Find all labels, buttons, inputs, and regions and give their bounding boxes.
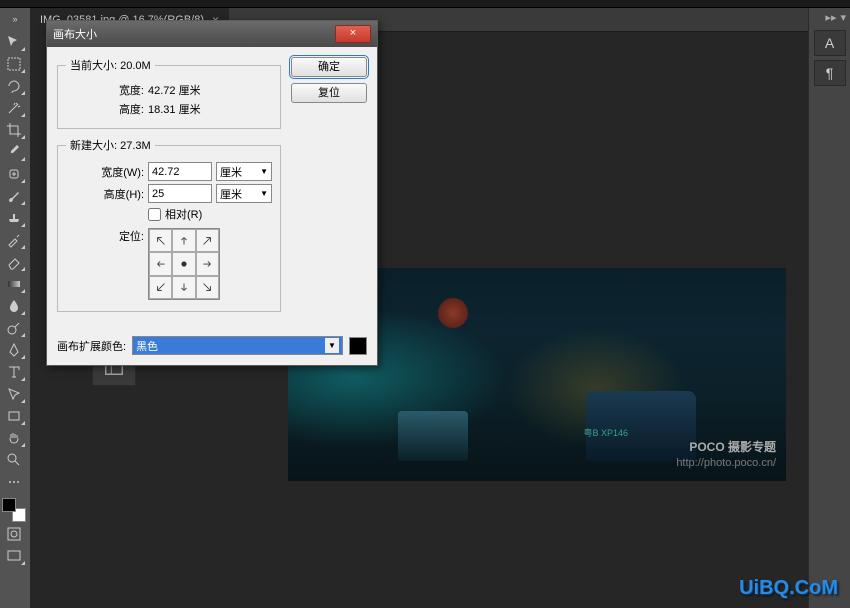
chevron-down-icon: ▼ [325,338,339,353]
anchor-s[interactable] [172,276,195,299]
anchor-sw[interactable] [149,276,172,299]
reset-button[interactable]: 复位 [291,83,367,103]
dialog-title: 画布大小 [53,26,335,42]
width-unit-select[interactable]: 厘米▼ [216,162,272,181]
zoom-tool[interactable] [2,450,26,470]
height-label: 高度(H): [66,186,144,202]
type-tool[interactable] [2,362,26,382]
anchor-e[interactable] [196,252,219,275]
relative-label: 相对(R) [165,206,202,222]
crop-tool[interactable] [2,120,26,140]
right-dock: ▸▸ ▾ A ¶ [808,8,850,608]
eyedropper-tool[interactable] [2,142,26,162]
site-watermark: UiBQ.CoM [739,577,838,600]
blur-tool[interactable] [2,296,26,316]
anchor-label: 定位: [66,228,144,244]
anchor-nw[interactable] [149,229,172,252]
eraser-tool[interactable] [2,252,26,272]
hand-tool[interactable] [2,428,26,448]
anchor-center[interactable] [172,252,195,275]
foreground-background-colors[interactable] [2,498,26,522]
dialog-titlebar[interactable]: 画布大小 × [47,21,377,47]
clone-stamp-tool[interactable] [2,208,26,228]
anchor-se[interactable] [196,276,219,299]
relative-checkbox[interactable] [148,208,161,221]
chevron-down-icon: ▼ [260,189,268,198]
watermark: POCO 摄影专题http://photo.poco.cn/ [676,439,776,471]
brush-tool[interactable] [2,186,26,206]
lasso-tool[interactable] [2,76,26,96]
extension-color-select[interactable]: 黑色▼ [132,336,343,355]
dodge-tool[interactable] [2,318,26,338]
current-width-label: 宽度: [66,82,144,98]
pen-tool[interactable] [2,340,26,360]
width-input[interactable] [148,162,212,181]
close-button[interactable]: × [335,25,371,43]
ok-button[interactable]: 确定 [291,57,367,77]
gradient-tool[interactable] [2,274,26,294]
expand-toolbar-icon[interactable]: » [9,14,21,26]
license-plate-text: 粤B XP146 [583,426,628,439]
tools-panel: » [0,8,30,608]
height-input[interactable] [148,184,212,203]
new-size-group: 新建大小: 27.3M 宽度(W): 厘米▼ 高度(H): 厘米▼ 相对(R) … [57,137,281,312]
current-height-label: 高度: [66,101,144,117]
rectangle-tool[interactable] [2,406,26,426]
screen-mode[interactable] [2,546,26,566]
marquee-tool[interactable] [2,54,26,74]
anchor-w[interactable] [149,252,172,275]
anchor-n[interactable] [172,229,195,252]
extension-color-label: 画布扩展颜色: [57,338,126,354]
current-height-value: 18.31 厘米 [148,101,272,117]
anchor-grid[interactable] [148,228,220,300]
current-width-value: 42.72 厘米 [148,82,272,98]
move-tool[interactable] [2,32,26,52]
history-brush-tool[interactable] [2,230,26,250]
extension-color-swatch[interactable] [349,337,367,355]
current-size-legend: 当前大小: 20.0M [66,57,155,73]
character-panel-icon[interactable]: A [814,30,846,56]
current-size-group: 当前大小: 20.0M 宽度:42.72 厘米 高度:18.31 厘米 [57,57,281,129]
height-unit-select[interactable]: 厘米▼ [216,184,272,203]
chevron-down-icon: ▼ [260,167,268,176]
quick-mask-toggle[interactable] [2,524,26,544]
collapse-icon[interactable]: ▸▸ [825,11,836,24]
healing-brush-tool[interactable] [2,164,26,184]
anchor-ne[interactable] [196,229,219,252]
path-select-tool[interactable] [2,384,26,404]
magic-wand-tool[interactable] [2,98,26,118]
canvas-size-dialog: 画布大小 × 当前大小: 20.0M 宽度:42.72 厘米 高度:18.31 … [46,20,378,366]
width-label: 宽度(W): [66,164,144,180]
edit-toolbar[interactable] [2,472,26,492]
new-size-legend: 新建大小: 27.3M [66,137,155,153]
panel-menu-icon[interactable]: ▾ [840,11,846,24]
paragraph-panel-icon[interactable]: ¶ [814,60,846,86]
